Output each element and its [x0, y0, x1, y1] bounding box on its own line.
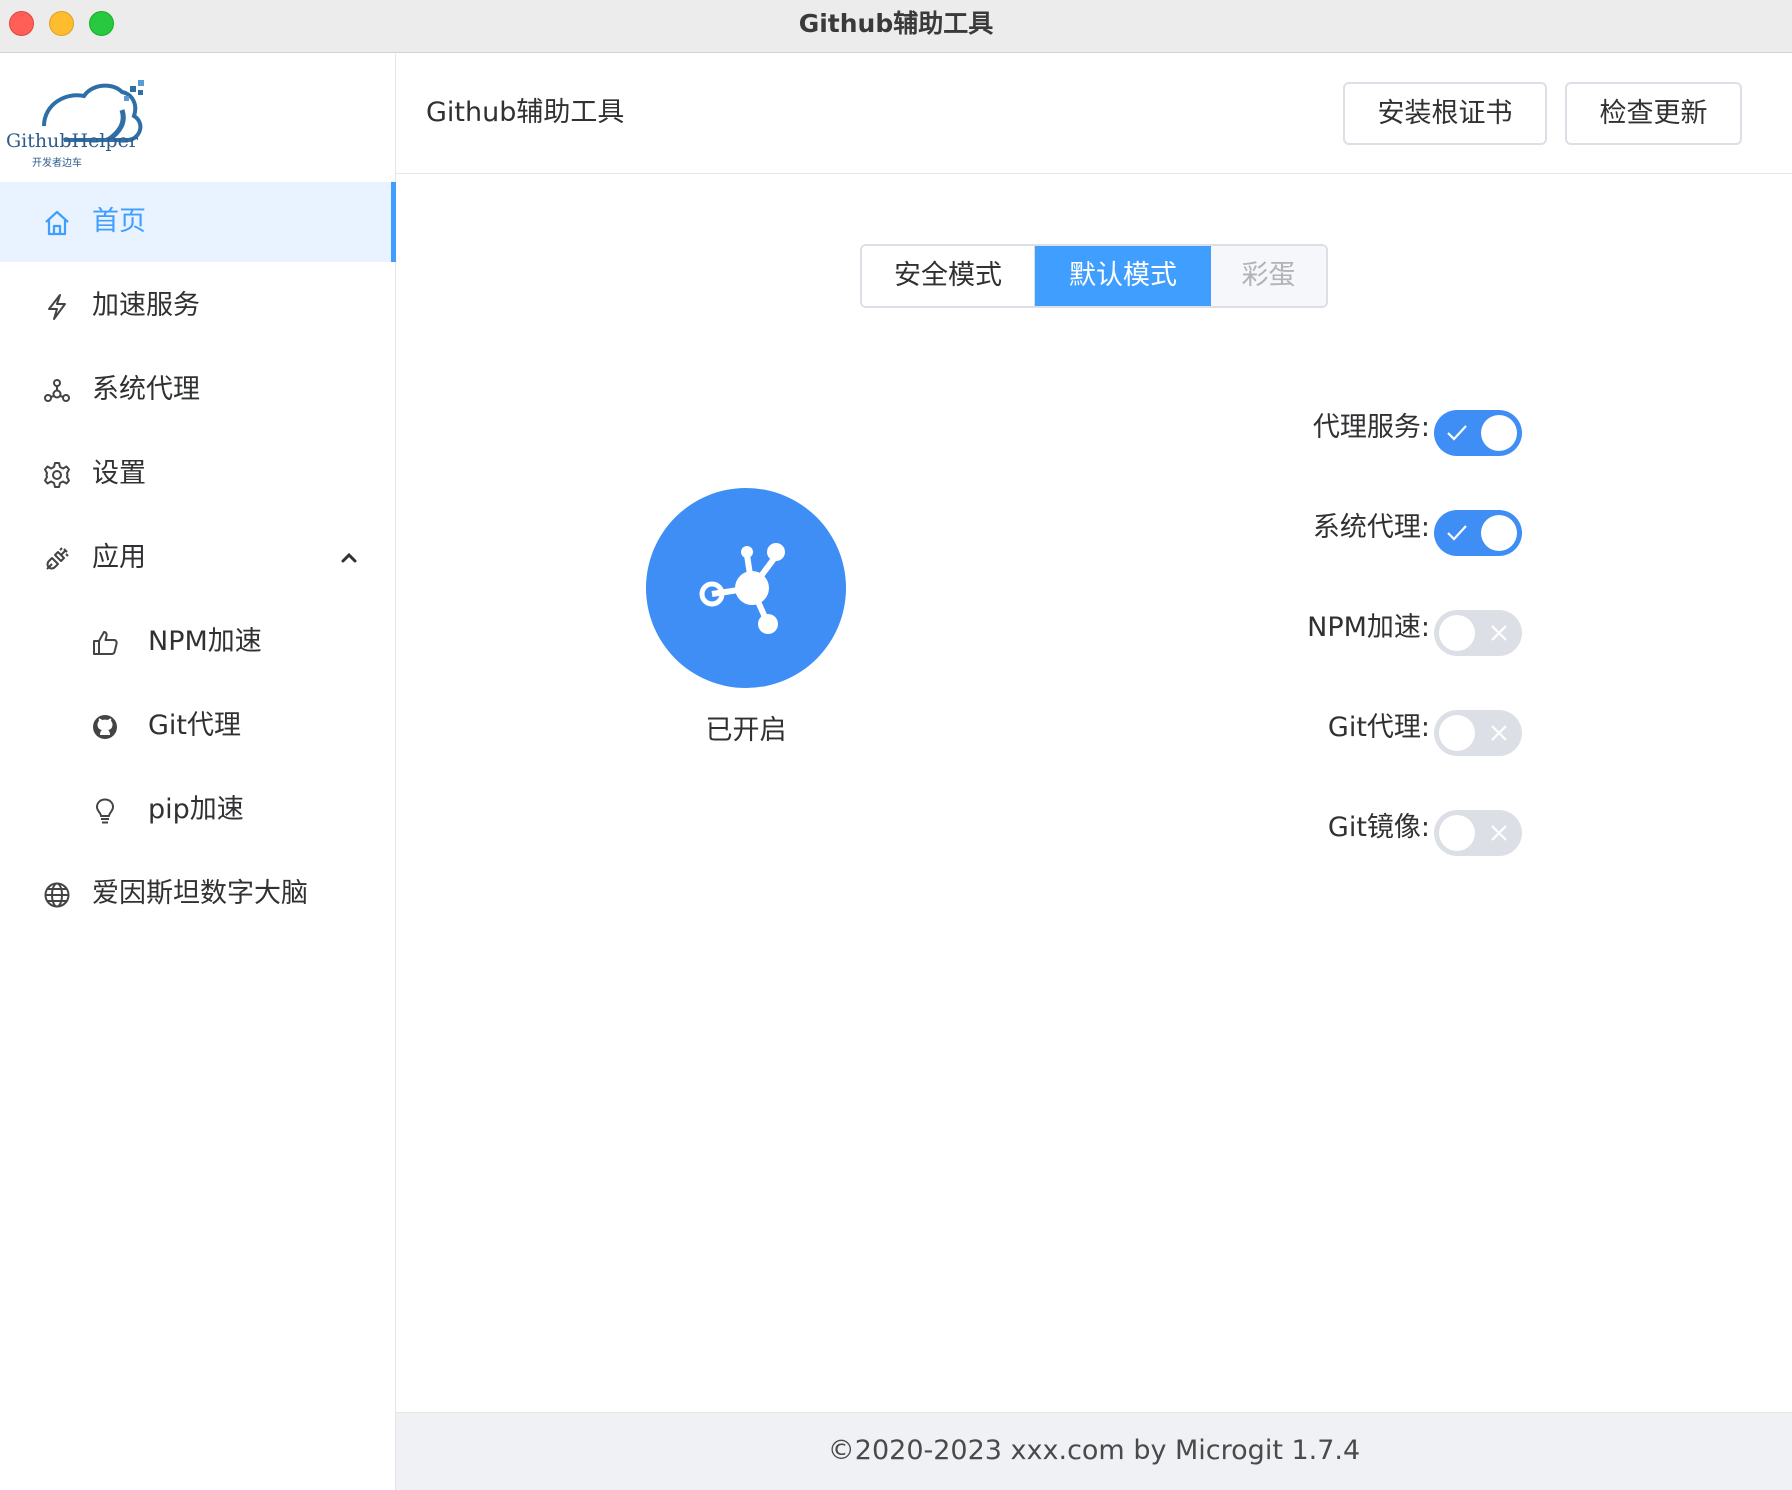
- switch-label: Git代理:: [1327, 712, 1430, 743]
- sidebar-item-label: NPM加速: [148, 626, 262, 657]
- switch-knob: [1439, 715, 1475, 751]
- lightbulb-icon: [90, 796, 120, 826]
- git-mirror-switch[interactable]: [1434, 810, 1522, 856]
- sidebar-item-home[interactable]: 首页: [0, 182, 396, 262]
- app-logo: GithubHelper 开发者边车: [4, 74, 164, 169]
- switch-row-npm: NPM加速:: [1240, 598, 1530, 658]
- gear-icon: [42, 460, 72, 490]
- sidebar-item-git-proxy[interactable]: Git代理: [0, 686, 396, 766]
- switch-label: NPM加速:: [1307, 612, 1430, 643]
- sidebar-item-acceleration[interactable]: 加速服务: [0, 266, 396, 346]
- window-title: Github辅助工具: [798, 9, 994, 38]
- mode-default-button[interactable]: 默认模式: [1035, 246, 1211, 306]
- sidebar-item-einstein-brain[interactable]: 爱因斯坦数字大脑: [0, 854, 396, 934]
- sidebar-item-label: Git代理: [148, 710, 242, 741]
- sidebar-item-settings[interactable]: 设置: [0, 434, 396, 514]
- system-proxy-switch[interactable]: [1434, 510, 1522, 556]
- mode-selector: 安全模式 默认模式 彩蛋: [860, 244, 1328, 308]
- proxy-status-label: 已开启: [705, 715, 787, 746]
- switch-row-proxy-service: 代理服务:: [1240, 398, 1530, 458]
- switch-row-system-proxy: 系统代理:: [1240, 498, 1530, 558]
- page-title: Github辅助工具: [426, 97, 625, 128]
- sidebar: GithubHelper 开发者边车 首页 加速服务 系统代理 设置 应用 NP…: [0, 54, 396, 1490]
- network-hub-icon: [699, 543, 785, 634]
- lightning-icon: [42, 292, 72, 322]
- switch-label: 系统代理:: [1312, 512, 1430, 543]
- globe-icon: [42, 880, 72, 910]
- mode-easter-egg-button[interactable]: 彩蛋: [1211, 246, 1326, 306]
- chevron-up-icon[interactable]: [340, 550, 358, 566]
- app-window: Github辅助工具 GithubHelper 开发者边车 首页 加速服务 系统…: [0, 0, 1792, 1490]
- switch-label: Git镜像:: [1327, 812, 1430, 843]
- switch-knob: [1481, 515, 1517, 551]
- active-indicator: [391, 182, 396, 262]
- switch-row-git-mirror: Git镜像:: [1240, 798, 1530, 858]
- sidebar-item-label: 爱因斯坦数字大脑: [92, 878, 308, 909]
- plug-icon: [42, 544, 72, 574]
- switch-label: 代理服务:: [1312, 412, 1430, 443]
- copyright-text: ©2020-2023 xxx.com by Microgit 1.7.4: [827, 1435, 1361, 1466]
- sidebar-item-apps[interactable]: 应用: [0, 518, 396, 598]
- proxy-status-button[interactable]: [646, 488, 846, 688]
- check-icon: [1447, 525, 1467, 541]
- footer: ©2020-2023 xxx.com by Microgit 1.7.4: [396, 1412, 1792, 1490]
- sidebar-item-npm[interactable]: NPM加速: [0, 602, 396, 682]
- home-icon: [42, 208, 72, 238]
- sidebar-item-label: 首页: [92, 206, 146, 237]
- sidebar-item-label: 应用: [92, 542, 146, 573]
- logo-text: GithubHelper: [6, 130, 138, 152]
- sidebar-item-label: 加速服务: [92, 290, 200, 321]
- git-proxy-switch[interactable]: [1434, 710, 1522, 756]
- close-icon: [1491, 625, 1507, 641]
- install-root-cert-button[interactable]: 安装根证书: [1343, 82, 1547, 145]
- sidebar-item-system-proxy[interactable]: 系统代理: [0, 350, 396, 430]
- switch-knob: [1439, 615, 1475, 651]
- switch-row-git-proxy: Git代理:: [1240, 698, 1530, 758]
- sidebar-item-pip[interactable]: pip加速: [0, 770, 396, 850]
- github-icon: [90, 712, 120, 742]
- check-update-button[interactable]: 检查更新: [1565, 82, 1742, 145]
- check-icon: [1447, 425, 1467, 441]
- switch-knob: [1439, 815, 1475, 851]
- network-icon: [42, 376, 72, 406]
- sidebar-item-label: 设置: [92, 458, 146, 489]
- close-icon: [1491, 825, 1507, 841]
- logo-subtitle: 开发者边车: [32, 158, 82, 169]
- thumbs-up-icon: [90, 628, 120, 658]
- close-icon: [1491, 725, 1507, 741]
- sidebar-item-label: 系统代理: [92, 374, 200, 405]
- proxy-service-switch[interactable]: [1434, 410, 1522, 456]
- page-header: Github辅助工具 安装根证书 检查更新: [396, 54, 1792, 174]
- npm-acceleration-switch[interactable]: [1434, 610, 1522, 656]
- mode-safe-button[interactable]: 安全模式: [862, 246, 1035, 306]
- switch-knob: [1481, 415, 1517, 451]
- sidebar-item-label: pip加速: [148, 794, 244, 825]
- title-bar: Github辅助工具: [0, 0, 1792, 53]
